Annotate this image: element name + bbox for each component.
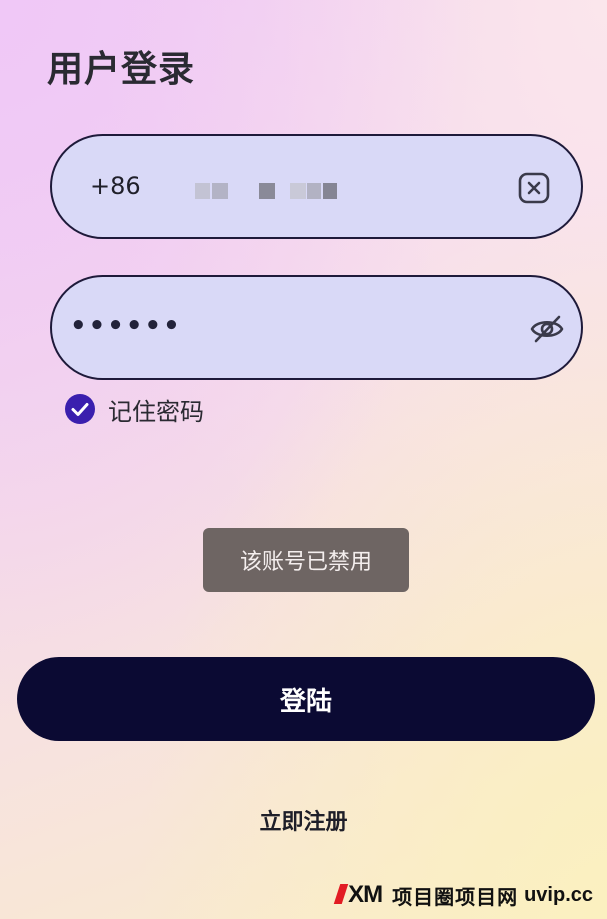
watermark-url: uvip.cc: [524, 883, 593, 906]
clear-icon[interactable]: [518, 172, 550, 204]
watermark: XM 项目圈项目网 uvip.cc: [333, 881, 593, 909]
page-title: 用户登录: [47, 49, 196, 90]
watermark-text: 项目圈项目网: [392, 884, 519, 909]
login-button[interactable]: 登陆: [17, 657, 595, 741]
country-code[interactable]: +86: [90, 172, 141, 200]
password-input[interactable]: ••••••: [50, 275, 583, 380]
phone-number-value[interactable]: [195, 183, 338, 199]
phone-input[interactable]: +86: [50, 134, 583, 239]
password-value[interactable]: ••••••: [70, 311, 182, 341]
watermark-logo-mark: [333, 884, 349, 904]
toast-message: 该账号已禁用: [203, 528, 409, 592]
watermark-logo: XM: [333, 881, 383, 909]
register-link[interactable]: 立即注册: [0, 804, 607, 836]
remember-password-label: 记住密码: [108, 397, 204, 426]
remember-password-checkbox[interactable]: 记住密码: [64, 391, 204, 427]
checkbox-checked-icon[interactable]: [64, 393, 96, 425]
eye-off-icon[interactable]: [529, 313, 565, 345]
watermark-logo-text: XM: [348, 881, 383, 908]
